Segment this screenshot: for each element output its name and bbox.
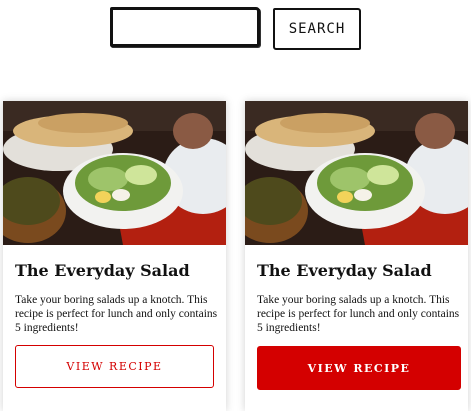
recipe-card: The Everyday Salad Take your boring sala… [3,101,226,411]
salad-photo [3,101,226,245]
card-title: The Everyday Salad [257,261,432,280]
card-title: The Everyday Salad [15,261,190,280]
card-description: Take your boring salads up a knotch. Thi… [15,294,218,334]
search-button[interactable]: SEARCH [273,8,361,50]
card-description: Take your boring salads up a knotch. Thi… [257,294,460,334]
view-recipe-button[interactable]: VIEW RECIPE [257,346,461,390]
salad-photo [245,101,468,245]
view-recipe-button[interactable]: VIEW RECIPE [15,345,214,388]
search-input[interactable] [110,7,260,47]
recipe-card: The Everyday Salad Take your boring sala… [245,101,468,411]
